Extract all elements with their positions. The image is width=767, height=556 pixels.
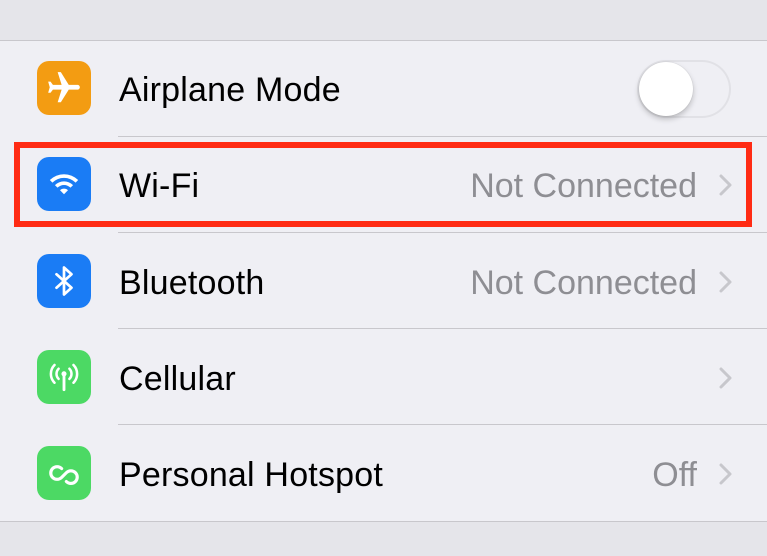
bluetooth-row[interactable]: Bluetooth Not Connected	[0, 233, 767, 329]
cellular-antenna-icon	[37, 350, 91, 404]
chevron-right-icon	[719, 367, 732, 389]
bluetooth-icon	[37, 254, 91, 308]
bottom-spacer	[0, 522, 767, 556]
cellular-row[interactable]: Cellular	[0, 329, 767, 425]
chevron-right-icon	[719, 463, 732, 485]
personal-hotspot-label: Personal Hotspot	[119, 456, 384, 494]
toggle-knob[interactable]	[639, 62, 693, 116]
bluetooth-label: Bluetooth	[119, 264, 265, 302]
chevron-right-icon	[719, 271, 732, 293]
bluetooth-status-value: Not Connected	[470, 264, 697, 302]
settings-group: Airplane Mode Wi-Fi Not Connected Blueto	[0, 40, 767, 522]
personal-hotspot-row[interactable]: Personal Hotspot Off	[0, 425, 767, 521]
hotspot-icon	[37, 446, 91, 500]
personal-hotspot-status-value: Off	[652, 456, 697, 494]
wifi-highlight-box	[14, 142, 752, 227]
airplane-icon	[37, 61, 91, 115]
top-spacer	[0, 0, 767, 40]
cellular-label: Cellular	[119, 360, 236, 398]
airplane-mode-toggle[interactable]	[637, 60, 731, 118]
airplane-mode-row[interactable]: Airplane Mode	[0, 41, 767, 137]
airplane-mode-label: Airplane Mode	[119, 71, 341, 109]
